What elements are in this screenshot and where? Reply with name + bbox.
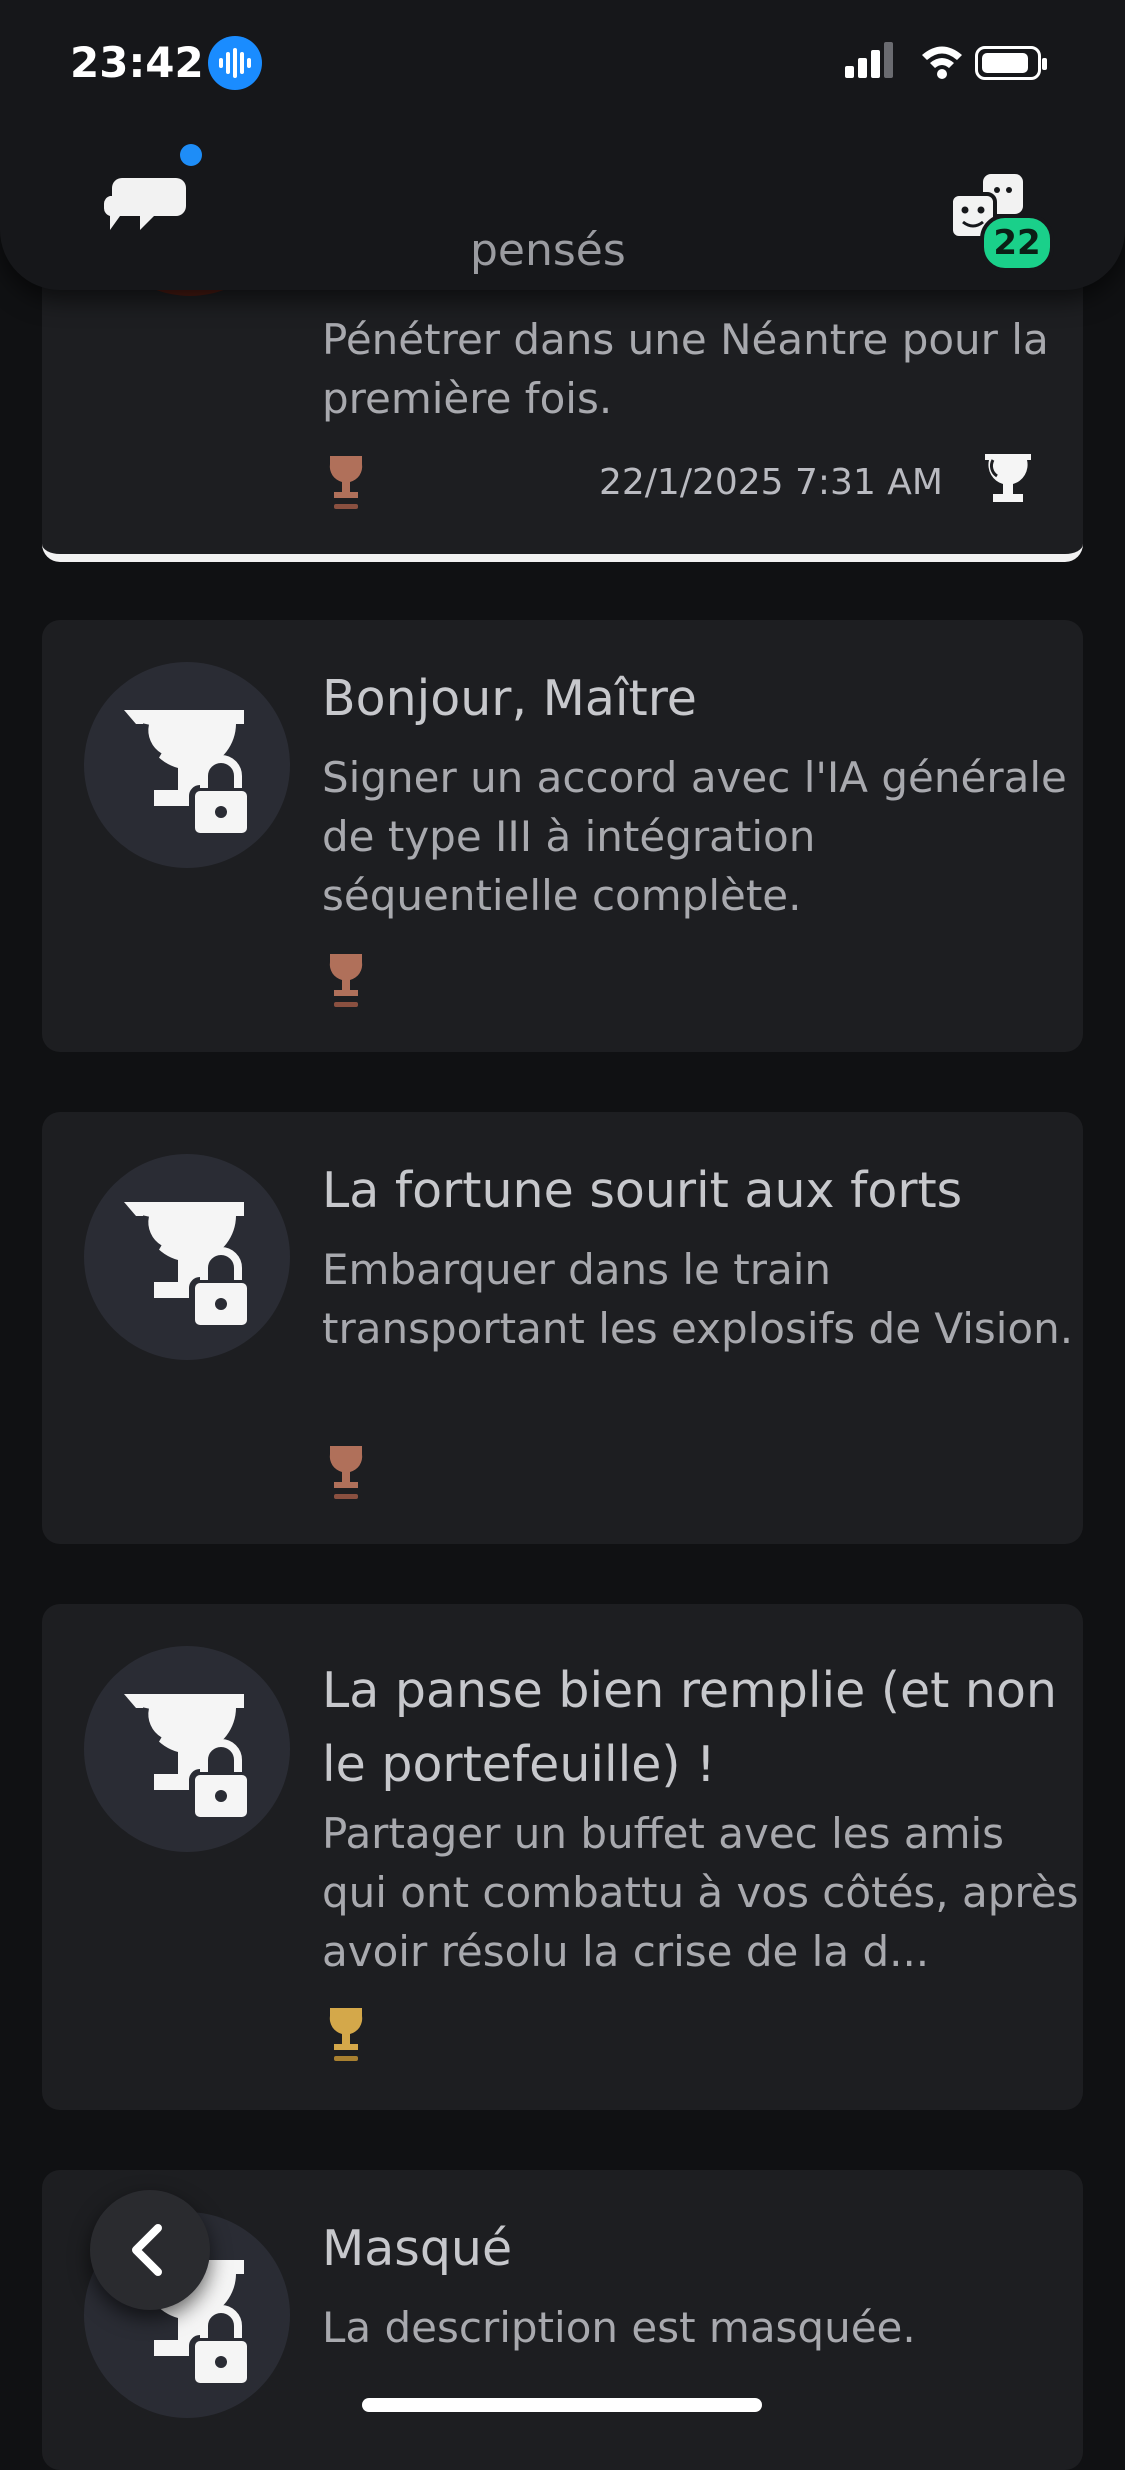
- earned-date: 22/1/2025 7:31 AM: [598, 462, 943, 503]
- bronze-cup-icon: [329, 954, 363, 1007]
- trophy-lock-icon: [84, 1154, 290, 1360]
- trophy-card[interactable]: La panse bien remplie (et non le portefe…: [42, 1604, 1083, 2110]
- bronze-cup-icon: [329, 1446, 363, 1499]
- back-chevron-icon: [132, 2224, 162, 2276]
- trophy-description: Signer un accord avec l'IA générale de t…: [322, 753, 1067, 920]
- gold-cup-icon: [329, 2008, 363, 2061]
- trophy-title: Masqué: [322, 2220, 513, 2277]
- trophy-card[interactable]: Bonjour, Maître Signer un accord avec l'…: [42, 620, 1083, 1052]
- top-bar: 23:42 22 pensés: [0, 0, 1125, 290]
- earned-trophy-icon: [985, 454, 1031, 502]
- wifi-icon: [922, 46, 962, 79]
- chat-icon[interactable]: [100, 160, 200, 250]
- trophy-lock-icon: [84, 1646, 290, 1852]
- trophy-description: Pénétrer dans une Néantre pour la premiè…: [322, 315, 1049, 423]
- trophy-title: La fortune sourit aux forts: [322, 1162, 963, 1219]
- trophy-title: La panse bien remplie (et non le portefe…: [322, 1662, 1057, 1793]
- battery-icon: [975, 46, 1047, 80]
- party-count-badge: 22: [980, 214, 1054, 272]
- status-icons: [845, 40, 1055, 90]
- trophy-lock-icon: [84, 662, 290, 868]
- back-button[interactable]: [90, 2190, 210, 2310]
- trophy-title: Bonjour, Maître: [322, 670, 697, 727]
- home-indicator[interactable]: [362, 2398, 762, 2412]
- bronze-cup-icon: [329, 456, 363, 509]
- trophy-description: La description est masquée.: [322, 2303, 916, 2352]
- header-tab-partial[interactable]: pensés: [470, 225, 655, 285]
- signal-icon: [845, 42, 893, 78]
- trophy-card[interactable]: La fortune sourit aux forts Embarquer da…: [42, 1112, 1083, 1544]
- voice-chat-icon[interactable]: [208, 36, 262, 90]
- status-time: 23:42: [70, 38, 204, 87]
- trophy-description: Embarquer dans le train transportant les…: [322, 1245, 1074, 1353]
- trophy-description: Partager un buffet avec les amis qui ont…: [322, 1809, 1079, 1976]
